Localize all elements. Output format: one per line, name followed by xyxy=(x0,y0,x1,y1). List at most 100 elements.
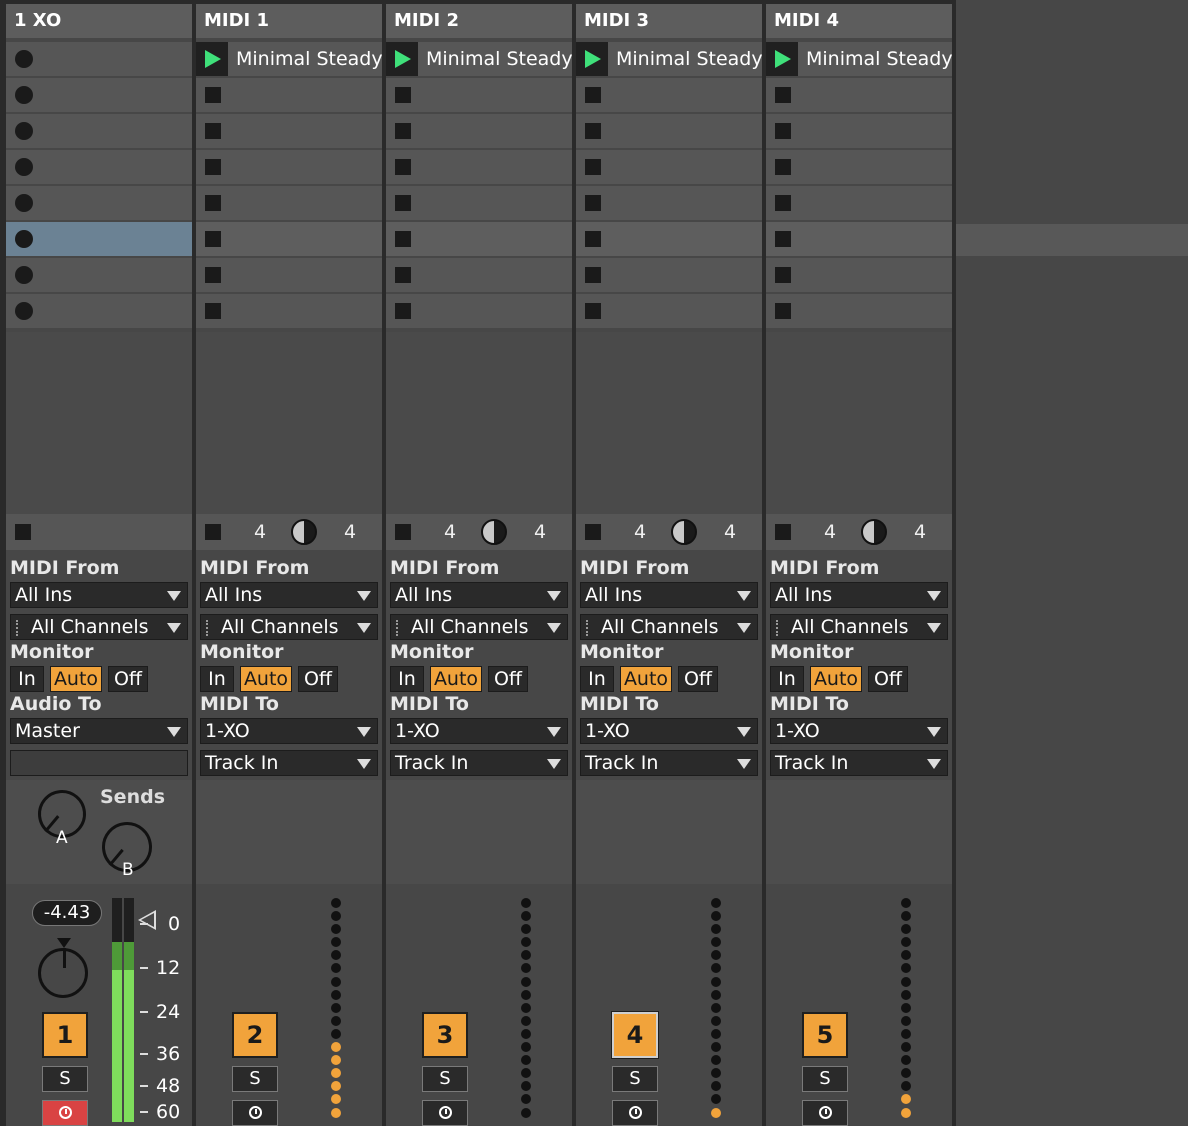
stop-icon[interactable] xyxy=(585,123,601,139)
stop-icon[interactable] xyxy=(205,267,221,283)
stop-icon[interactable] xyxy=(395,267,411,283)
stop-icon[interactable] xyxy=(395,303,411,319)
clip-slot[interactable] xyxy=(196,186,382,220)
knob-icon[interactable] xyxy=(861,519,887,545)
stop-icon[interactable] xyxy=(775,123,791,139)
clip-slot[interactable] xyxy=(576,150,762,184)
monitor-in-button[interactable]: In xyxy=(580,666,614,692)
clip-slot[interactable] xyxy=(576,114,762,148)
arm-button[interactable] xyxy=(422,1100,468,1126)
stop-icon[interactable] xyxy=(395,87,411,103)
output-type-select[interactable]: 1-XO xyxy=(770,718,948,744)
monitor-auto-button[interactable]: Auto xyxy=(240,666,292,692)
output-type-select[interactable]: Master xyxy=(10,718,188,744)
clip-slot[interactable] xyxy=(6,186,192,220)
stop-clips-button[interactable] xyxy=(585,524,601,540)
clip-slot[interactable] xyxy=(766,114,952,148)
clip-slot[interactable] xyxy=(576,258,762,292)
input-type-select[interactable]: All Ins xyxy=(770,582,948,608)
stop-icon[interactable] xyxy=(775,195,791,211)
clip-slot[interactable] xyxy=(6,78,192,112)
monitor-in-button[interactable]: In xyxy=(200,666,234,692)
input-channel-select[interactable]: All Channels xyxy=(770,614,948,640)
clip-slot[interactable] xyxy=(196,258,382,292)
monitor-auto-button[interactable]: Auto xyxy=(50,666,102,692)
solo-button[interactable]: S xyxy=(422,1066,468,1092)
clip-slot[interactable] xyxy=(766,258,952,292)
track-activator-button[interactable]: 1 xyxy=(42,1012,88,1058)
monitor-off-button[interactable]: Off xyxy=(678,666,718,692)
record-slot-icon[interactable] xyxy=(15,86,33,104)
output-type-select[interactable]: 1-XO xyxy=(200,718,378,744)
arm-button[interactable] xyxy=(42,1100,88,1126)
stop-icon[interactable] xyxy=(775,231,791,247)
stop-clips-button[interactable] xyxy=(205,524,221,540)
output-type-select[interactable]: 1-XO xyxy=(580,718,758,744)
stop-icon[interactable] xyxy=(585,303,601,319)
clip-slot[interactable] xyxy=(386,222,572,256)
clip-slot[interactable] xyxy=(386,186,572,220)
track-title[interactable]: 1 XO xyxy=(6,4,192,38)
stop-icon[interactable] xyxy=(205,303,221,319)
input-channel-select[interactable]: All Channels xyxy=(390,614,568,640)
track-activator-button[interactable]: 3 xyxy=(422,1012,468,1058)
knob-icon[interactable] xyxy=(671,519,697,545)
input-type-select[interactable]: All Ins xyxy=(200,582,378,608)
stop-icon[interactable] xyxy=(585,159,601,175)
knob-icon[interactable] xyxy=(481,519,507,545)
clip-slot[interactable] xyxy=(766,294,952,328)
solo-button[interactable]: S xyxy=(612,1066,658,1092)
output-type-select[interactable]: 1-XO xyxy=(390,718,568,744)
stop-icon[interactable] xyxy=(775,159,791,175)
clip-slot[interactable] xyxy=(766,186,952,220)
stop-icon[interactable] xyxy=(395,159,411,175)
record-slot-icon[interactable] xyxy=(15,158,33,176)
solo-button[interactable]: S xyxy=(802,1066,848,1092)
stop-icon[interactable] xyxy=(775,267,791,283)
monitor-in-button[interactable]: In xyxy=(10,666,44,692)
track-activator-button[interactable]: 5 xyxy=(802,1012,848,1058)
clip-slot[interactable] xyxy=(196,78,382,112)
clip-slot[interactable] xyxy=(386,114,572,148)
track-activator-button[interactable]: 4 xyxy=(611,1011,659,1059)
output-channel-select[interactable]: Track In xyxy=(770,750,948,776)
record-slot-icon[interactable] xyxy=(15,122,33,140)
stop-clips-button[interactable] xyxy=(15,524,31,540)
record-slot-icon[interactable] xyxy=(15,266,33,284)
arm-button[interactable] xyxy=(232,1100,278,1126)
stop-icon[interactable] xyxy=(205,123,221,139)
monitor-off-button[interactable]: Off xyxy=(488,666,528,692)
monitor-off-button[interactable]: Off xyxy=(868,666,908,692)
stop-icon[interactable] xyxy=(585,231,601,247)
clip-slot[interactable] xyxy=(196,150,382,184)
clip-slot[interactable] xyxy=(196,294,382,328)
clip-slot[interactable] xyxy=(6,294,192,328)
stop-icon[interactable] xyxy=(205,159,221,175)
output-channel-select[interactable]: Track In xyxy=(200,750,378,776)
stop-icon[interactable] xyxy=(585,195,601,211)
record-slot-icon[interactable] xyxy=(15,302,33,320)
clip-slot[interactable] xyxy=(386,78,572,112)
clip-slot[interactable] xyxy=(576,222,762,256)
input-channel-select[interactable]: All Channels xyxy=(200,614,378,640)
stop-clips-button[interactable] xyxy=(775,524,791,540)
stop-icon[interactable] xyxy=(395,195,411,211)
record-slot-icon[interactable] xyxy=(15,230,33,248)
volume-readout[interactable]: -4.43 xyxy=(32,900,102,926)
monitor-off-button[interactable]: Off xyxy=(108,666,148,692)
output-channel-select[interactable]: Track In xyxy=(580,750,758,776)
input-channel-select[interactable]: All Channels xyxy=(580,614,758,640)
stop-icon[interactable] xyxy=(585,267,601,283)
solo-button[interactable]: S xyxy=(232,1066,278,1092)
clip-slot[interactable] xyxy=(196,222,382,256)
input-type-select[interactable]: All Ins xyxy=(580,582,758,608)
clip-slot[interactable] xyxy=(386,258,572,292)
play-button[interactable] xyxy=(196,42,228,76)
clip-slot[interactable] xyxy=(6,258,192,292)
track-activator-button[interactable]: 2 xyxy=(232,1012,278,1058)
arm-button[interactable] xyxy=(802,1100,848,1126)
solo-button[interactable]: S xyxy=(42,1066,88,1092)
play-button[interactable] xyxy=(766,42,798,76)
arm-button[interactable] xyxy=(612,1100,658,1126)
stop-icon[interactable] xyxy=(395,231,411,247)
